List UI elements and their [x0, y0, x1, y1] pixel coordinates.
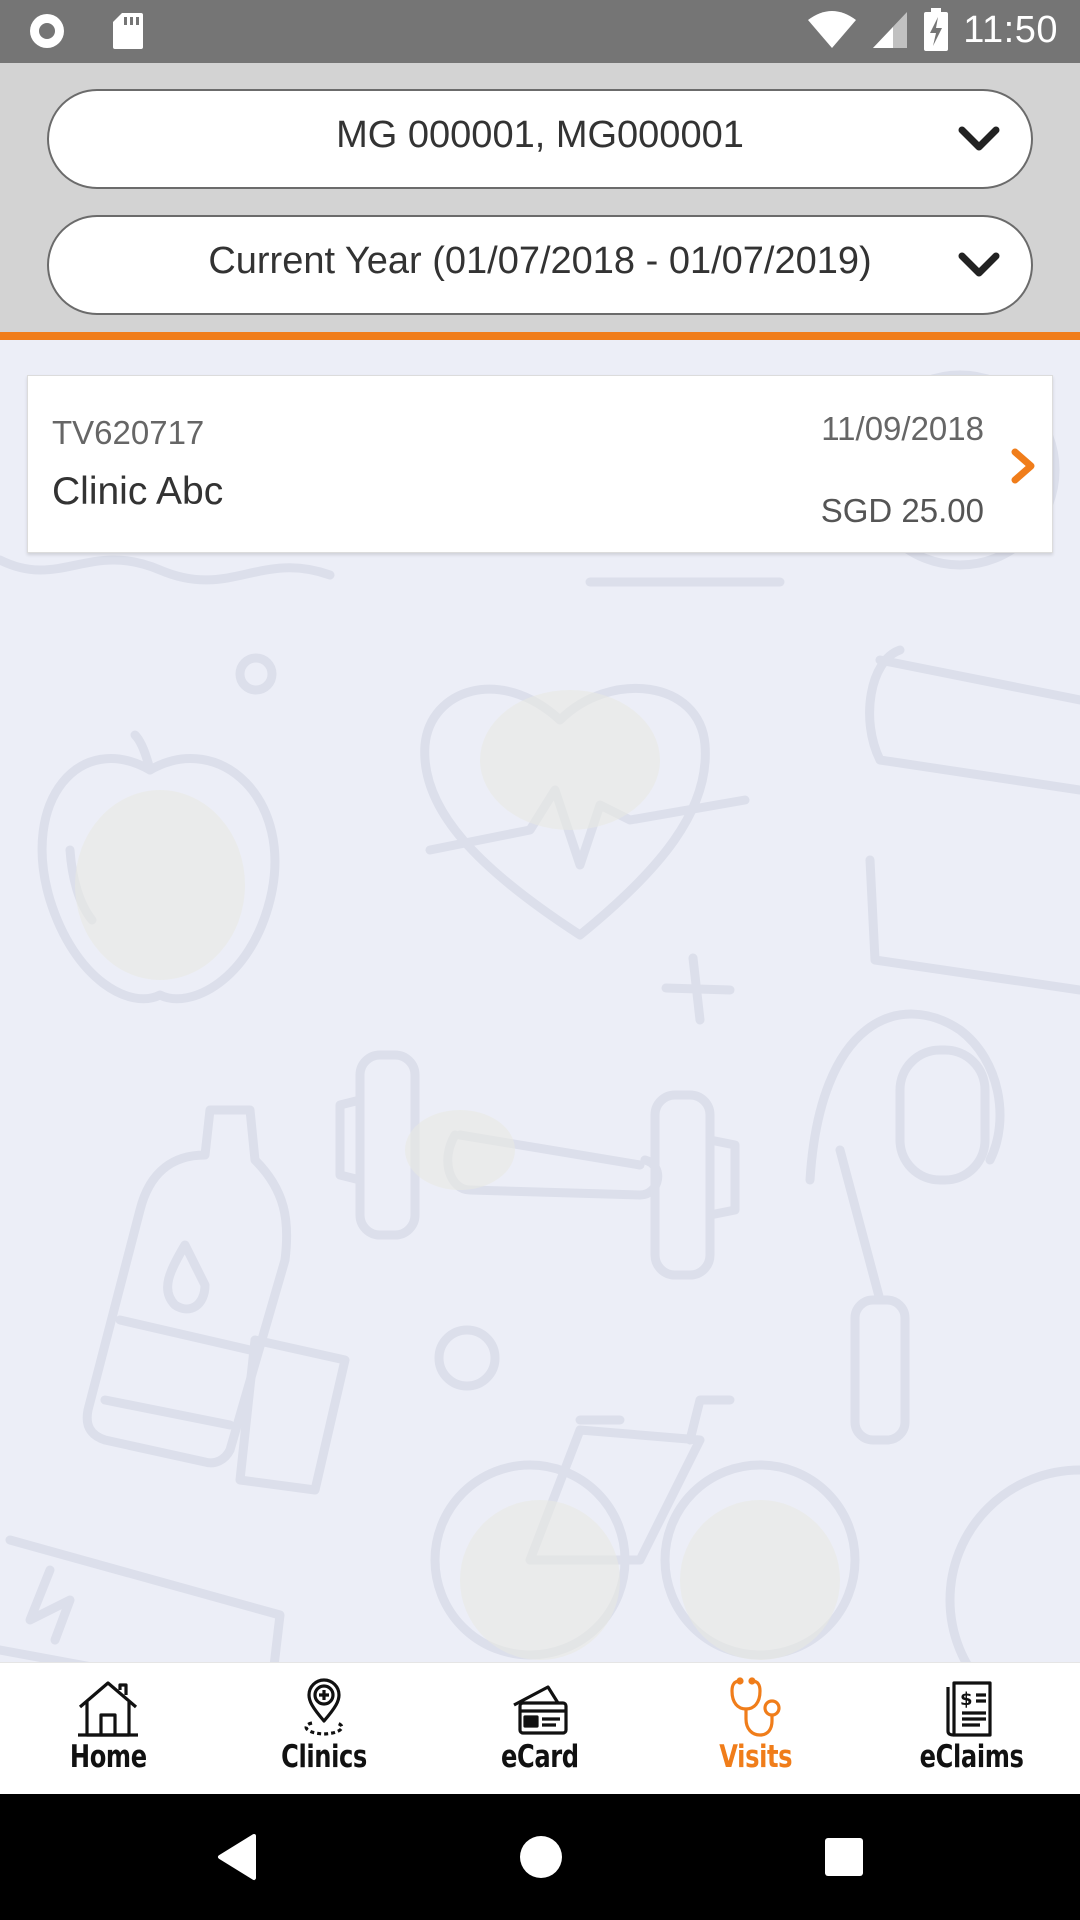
- wifi-icon: [808, 11, 857, 48]
- status-bar: 11:50: [0, 0, 1080, 63]
- ecard-icon: [513, 1685, 568, 1735]
- nav-eclaims-label: eClaims: [920, 1739, 1024, 1775]
- glass-icon: [235, 1335, 350, 1495]
- chevron-down-icon: [958, 126, 1000, 151]
- clinic-location-icon: [304, 1678, 344, 1736]
- visit-reference: TV620717: [52, 414, 205, 451]
- nav-home-label: Home: [69, 1739, 147, 1775]
- nav-ecard-label: eCard: [501, 1739, 579, 1775]
- home-icon: [78, 1681, 138, 1737]
- member-dropdown-value: MG 000001, MG000001: [336, 114, 744, 156]
- battery-charging-icon: [924, 8, 949, 51]
- sd-card-icon: [113, 13, 143, 49]
- bottle-icon: [82, 1105, 292, 1468]
- stethoscope-icon: [730, 1677, 781, 1737]
- back-icon[interactable]: [214, 1832, 258, 1882]
- visit-card[interactable]: TV620717 Clinic Abc 11/09/2018 SGD 25.00: [27, 375, 1053, 553]
- bottom-nav: Home Clinics eCard Visits $ eClaims: [0, 1662, 1080, 1794]
- chevron-right-icon: [1011, 448, 1035, 484]
- nav-visits[interactable]: Visits: [648, 1663, 864, 1794]
- nav-eclaims[interactable]: $ eClaims: [864, 1663, 1080, 1794]
- nav-home[interactable]: Home: [0, 1663, 216, 1794]
- visit-date: 11/09/2018: [821, 410, 984, 447]
- nav-clinics-label: Clinics: [281, 1739, 367, 1775]
- chevron-down-icon: [958, 252, 1000, 277]
- visit-amount: SGD 25.00: [820, 492, 984, 529]
- filter-panel: MG 000001, MG000001 Current Year (01/07/…: [0, 63, 1080, 340]
- record-icon: [30, 14, 64, 48]
- period-dropdown-value: Current Year (01/07/2018 - 01/07/2019): [208, 240, 872, 282]
- system-nav-bar: [0, 1794, 1080, 1920]
- eclaims-icon: $: [946, 1681, 992, 1737]
- visit-clinic-name: Clinic Abc: [52, 470, 224, 513]
- header-divider: [0, 332, 1080, 340]
- status-time: 11:50: [963, 8, 1058, 51]
- home-circle-icon[interactable]: [518, 1832, 564, 1882]
- svg-text:$: $: [960, 1689, 973, 1710]
- nav-visits-label: Visits: [719, 1739, 793, 1775]
- cell-signal-icon: [873, 12, 908, 48]
- nav-ecard[interactable]: eCard: [432, 1663, 648, 1794]
- nav-clinics[interactable]: Clinics: [216, 1663, 432, 1794]
- recents-icon[interactable]: [823, 1832, 865, 1882]
- period-dropdown[interactable]: Current Year (01/07/2018 - 01/07/2019): [47, 215, 1033, 315]
- member-dropdown[interactable]: MG 000001, MG000001: [47, 89, 1033, 189]
